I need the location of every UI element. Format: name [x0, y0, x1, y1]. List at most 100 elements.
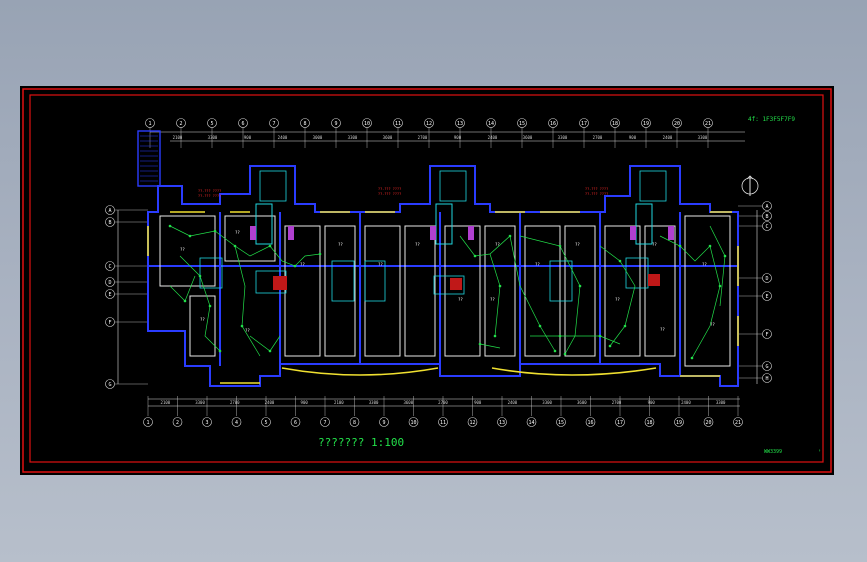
svg-text:4: 4 — [235, 420, 238, 426]
bottom-dimension: 900 — [648, 400, 656, 405]
windows — [147, 211, 739, 384]
bottom-axis-9: 9 — [379, 417, 389, 427]
top-axis-5: 5 — [207, 118, 217, 128]
bottom-dimension: 3600 — [577, 400, 587, 405]
svg-text:14: 14 — [528, 420, 534, 426]
room-labels: ???????????????????????????????????? — [180, 230, 715, 333]
bottom-axis-16: 16 — [585, 417, 596, 427]
svg-text:B: B — [108, 220, 111, 226]
red-note-3: ??-??? ???? — [585, 187, 608, 191]
top-dimension: 900 — [454, 135, 462, 140]
top-axis-6: 6 — [238, 118, 248, 128]
right-axis-F: F — [762, 329, 772, 339]
device-dot — [558, 334, 562, 338]
bottom-dimension: 3300 — [716, 400, 726, 405]
device-dot — [318, 252, 322, 256]
bottom-axis-7: 7 — [320, 417, 330, 427]
bottom-axis-12: 12 — [467, 417, 478, 427]
top-dimension: 3300 — [698, 135, 708, 140]
svg-text:12: 12 — [469, 420, 475, 426]
red-note-3b: ??-??? ???? — [585, 192, 608, 196]
device-dot — [268, 349, 272, 353]
bottom-axis-14: 14 — [526, 417, 537, 427]
bottom-axis-11: 11 — [438, 417, 448, 427]
bottom-axis-20: 20 — [703, 417, 714, 427]
room-label: ?? — [660, 327, 665, 332]
bottom-right-note: WW3399 — [764, 449, 782, 455]
room-label: ?? — [490, 297, 495, 302]
bottom-axis-5: 5 — [261, 417, 271, 427]
svg-text:21: 21 — [735, 420, 741, 426]
cad-drawing: 2100 3300 900 2400 3000 3300 3600 2700 900 2400 36… — [22, 88, 832, 473]
device-dot — [240, 324, 244, 328]
drawing-title: ??????? 1:100 — [318, 436, 404, 449]
device-dot — [493, 334, 497, 338]
top-axis-2: 2 — [176, 118, 186, 128]
device-dot — [233, 244, 237, 248]
top-dimension: 3000 — [313, 135, 323, 140]
top-axis-15: 15 — [517, 118, 527, 128]
svg-text:12: 12 — [426, 121, 432, 127]
top-dimension: 2100 — [173, 135, 183, 140]
svg-text:3: 3 — [205, 420, 208, 426]
cad-viewport[interactable]: 2100 3300 900 2400 3000 3300 3600 2700 900 2400 36… — [20, 86, 834, 475]
device-dot — [213, 229, 217, 233]
top-dimension: 2700 — [593, 135, 603, 140]
device-dot — [168, 224, 172, 228]
room-label: ?? — [235, 230, 240, 235]
electrical-wiring — [169, 225, 726, 359]
room-label: ?? — [458, 297, 463, 302]
svg-text:8: 8 — [303, 121, 306, 127]
svg-text:11: 11 — [440, 420, 446, 426]
svg-text:21: 21 — [705, 121, 711, 127]
bottom-axis-10: 10 — [408, 417, 419, 427]
device-dot — [598, 334, 602, 338]
top-dimension: 3300 — [558, 135, 568, 140]
right-axis-A: A — [762, 201, 772, 211]
svg-text:A: A — [108, 208, 111, 214]
top-dimension: 2400 — [488, 135, 498, 140]
top-axis-1: 1 — [145, 118, 155, 128]
svg-text:17: 17 — [617, 420, 623, 426]
red-callouts: ??-??? ???? ??-??? ???? ??-??? ???? ??-?… — [198, 187, 608, 198]
red-note-1b: ??-??? ???? — [198, 194, 221, 198]
bottom-axis-8: 8 — [349, 417, 360, 427]
device-dot — [578, 284, 582, 288]
red-note-1: ??-??? ???? — [198, 189, 221, 193]
bottom-dimension: 3600 — [403, 400, 413, 405]
svg-text:14: 14 — [488, 121, 494, 127]
svg-text:16: 16 — [587, 420, 593, 426]
top-axis-20: 20 — [672, 118, 682, 128]
svg-text:6: 6 — [294, 420, 297, 426]
top-axis-17: 17 — [579, 118, 589, 128]
top-dimension: 3600 — [383, 135, 393, 140]
svg-text:D: D — [765, 276, 768, 282]
svg-text:20: 20 — [674, 121, 680, 127]
svg-text:15: 15 — [558, 420, 564, 426]
equipment-blocks — [273, 274, 660, 290]
svg-text:C: C — [108, 264, 111, 270]
bottom-dimension: 3300 — [542, 400, 552, 405]
left-axis-bubbles: AB C DE F G — [105, 205, 148, 389]
outer-frame — [22, 88, 832, 473]
device-dot — [473, 254, 477, 258]
room-label: ?? — [652, 242, 657, 247]
svg-text:17: 17 — [581, 121, 587, 127]
bottom-dimension: 2100 — [334, 400, 344, 405]
svg-text:16: 16 — [550, 121, 556, 127]
top-axis-9: 9 — [331, 118, 341, 128]
bottom-axis-2: 2 — [172, 417, 183, 427]
bottom-dimension: 2700 — [612, 400, 622, 405]
right-axis-bubbles: ABC D E F GH — [738, 201, 772, 383]
bottom-dimension: 2700 — [230, 400, 240, 405]
left-axis-A: A — [105, 205, 115, 215]
bottom-dimension: 2100 — [161, 400, 171, 405]
device-dot — [183, 299, 187, 303]
svg-text:10: 10 — [410, 420, 416, 426]
right-axis-H: H — [762, 373, 772, 383]
left-axis-D: D — [105, 277, 115, 287]
device-dot — [723, 254, 727, 258]
left-axis-B: B — [105, 217, 115, 227]
room-label: ?? — [415, 242, 420, 247]
svg-text:13: 13 — [457, 121, 463, 127]
